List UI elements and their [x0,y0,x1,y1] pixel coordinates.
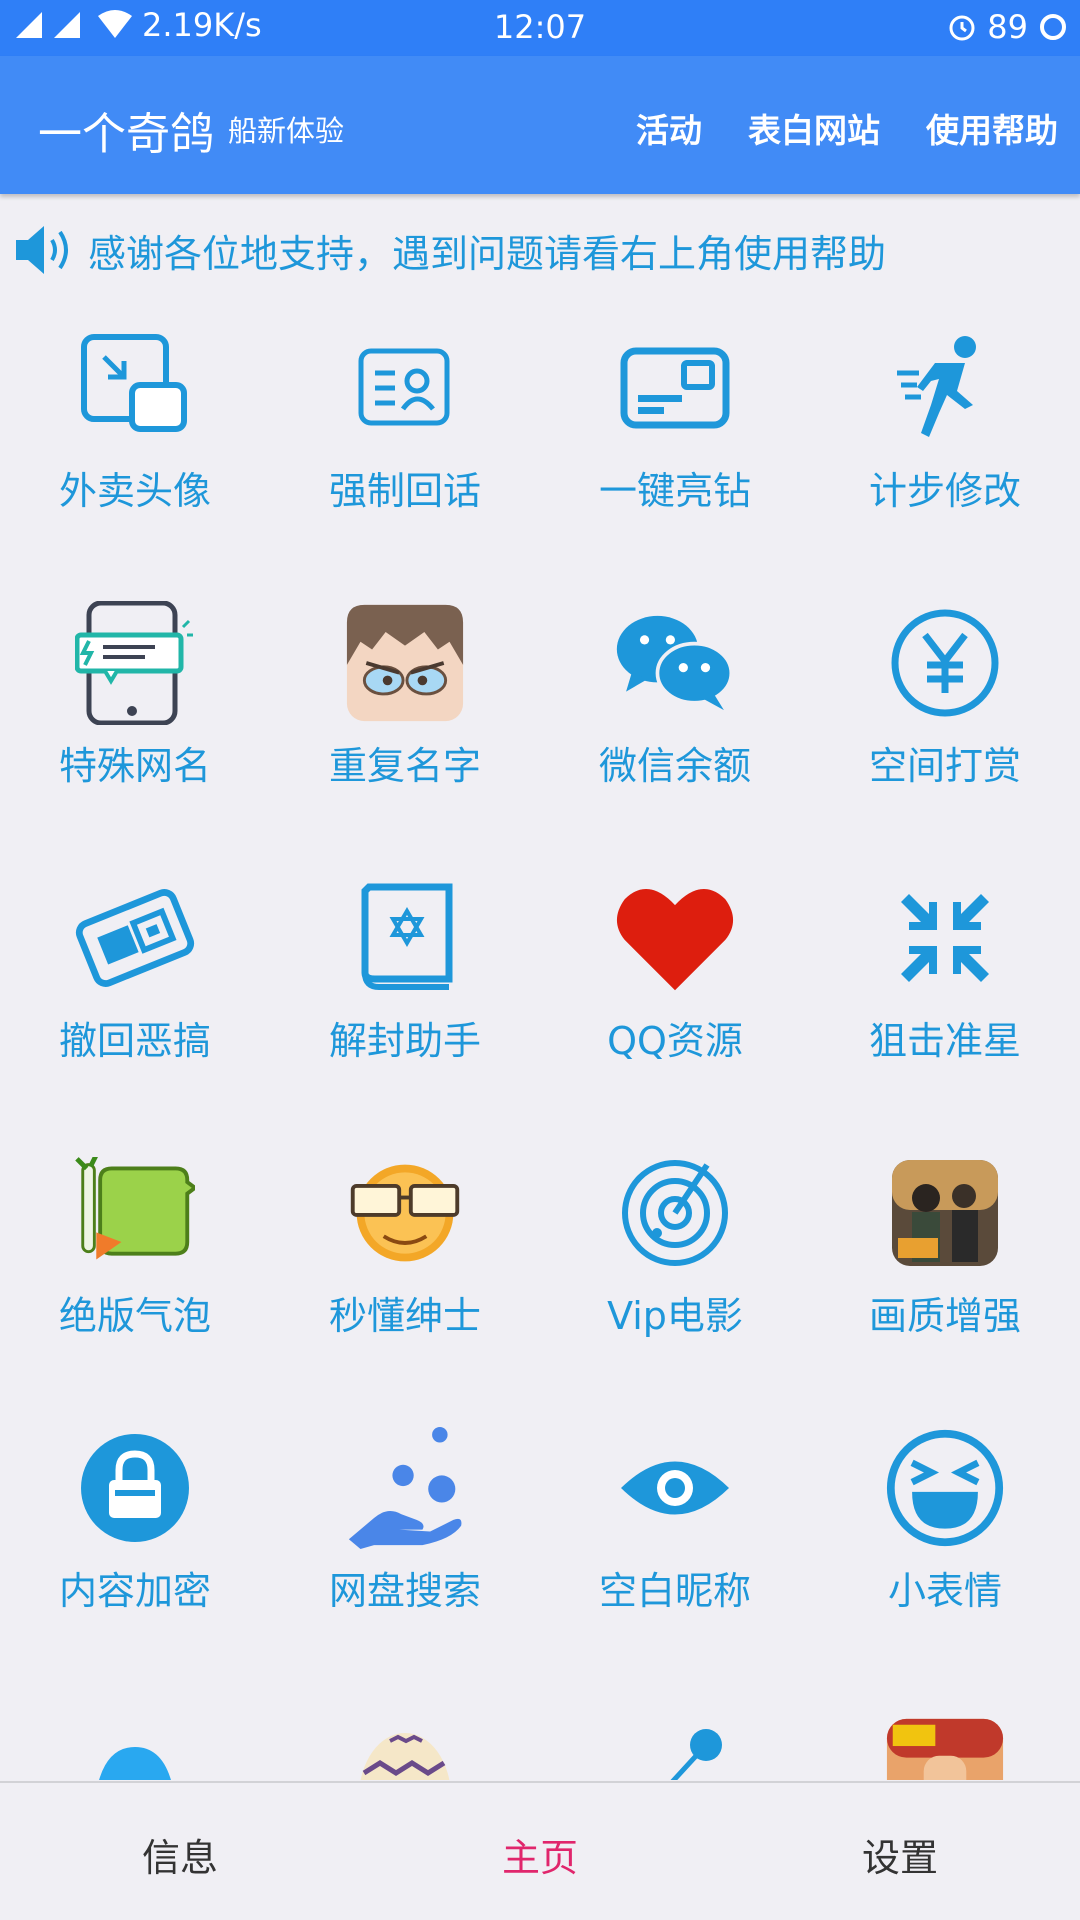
star-book-icon [345,878,465,998]
pushpin-icon [615,1717,735,1780]
grid-item-special-nickname[interactable]: 特殊网名 [0,595,270,870]
card-icon [615,328,735,448]
help-button[interactable]: 使用帮助 [926,104,1058,152]
bottom-nav: 信息 主页 设置 [0,1781,1080,1920]
battery-level: 89 [987,8,1028,46]
easter-egg-icon [345,1717,465,1780]
recall-stamp-icon [75,878,195,998]
speaker-icon [16,226,68,274]
tablet-message-icon [75,601,195,725]
grid-item-blank-nickname[interactable]: 空白昵称 [540,1420,810,1695]
grid-item-step-modify[interactable]: 计步修改 [810,320,1080,595]
eye-icon [615,1428,735,1548]
hand-bubbles-icon [345,1427,465,1549]
pubg-game-icon [885,1153,1005,1273]
notice-banner: 感谢各位地支持，遇到问题请看右上角使用帮助 [12,222,886,278]
grid-item-takeout-avatar[interactable]: 外卖头像 [0,320,270,595]
cartoon-face-icon [345,603,465,723]
running-man-icon [885,328,1005,448]
radar-icon [615,1153,735,1273]
battery-icon [1040,14,1066,40]
grid-item-partial-4[interactable] [810,1695,1080,1780]
grid-item-cloud-search[interactable]: 网盘搜索 [270,1420,540,1695]
tab-settings[interactable]: 设置 [720,1827,1080,1882]
wechat-icon [615,603,735,723]
grid-item-quality-enhance[interactable]: 画质增强 [810,1145,1080,1420]
grid-item-small-emoji[interactable]: 小表情 [810,1420,1080,1695]
clock: 12:07 [493,8,587,46]
grid-item-space-reward[interactable]: 空间打赏 [810,595,1080,870]
kings-glory-game-icon [885,1717,1005,1780]
vegetable-bubble-icon [75,1153,195,1273]
grid-item-duplicate-name[interactable]: 重复名字 [270,595,540,870]
heart-icon [615,878,735,998]
header-actions: 活动 表白网站 使用帮助 [590,104,1058,152]
app-title: 一个奇鸽 [38,109,214,160]
grid-item-partial-3[interactable] [540,1695,810,1780]
grid-item-gentleman[interactable]: 秒懂绅士 [270,1145,540,1420]
feature-grid: 外卖头像 强制回话 一键亮钻 计步修改 特殊网名 重复名字 微信余额 空间打赏 … [0,320,1080,1780]
grid-item-unban-helper[interactable]: 解封助手 [270,870,540,1145]
tab-home[interactable]: 主页 [360,1827,720,1882]
grid-item-partial-1[interactable] [0,1695,270,1780]
activity-button[interactable]: 活动 [636,104,702,152]
glasses-emoji-icon [345,1153,465,1273]
confession-site-button[interactable]: 表白网站 [748,104,880,152]
grid-item-force-reply[interactable]: 强制回话 [270,320,540,595]
notice-text: 感谢各位地支持，遇到问题请看右上角使用帮助 [88,231,887,276]
grid-item-sniper-crosshair[interactable]: 狙击准星 [810,870,1080,1145]
app-bar: 一个奇鸽 船新体验 活动 表白网站 使用帮助 [0,56,1080,194]
grid-item-qq-resources[interactable]: QQ资源 [540,870,810,1145]
grid-item-wechat-balance[interactable]: 微信余额 [540,595,810,870]
grid-item-partial-2[interactable] [270,1695,540,1780]
grid-item-vip-movie[interactable]: Vip电影 [540,1145,810,1420]
alarm-icon [949,15,975,41]
grid-item-content-encrypt[interactable]: 内容加密 [0,1420,270,1695]
lock-icon [75,1428,195,1548]
app-subtitle: 船新体验 [228,114,345,148]
status-bar: 2.19K/s 12:07 89 [0,0,1080,56]
yen-coin-icon [885,603,1005,723]
grid-item-rare-bubble[interactable]: 绝版气泡 [0,1145,270,1420]
blue-ghost-icon [75,1717,195,1780]
laughing-face-icon [885,1428,1005,1548]
grid-item-light-diamond[interactable]: 一键亮钻 [540,320,810,595]
contact-card-icon [345,328,465,448]
grid-item-recall-prank[interactable]: 撤回恶搞 [0,870,270,1145]
avatar-resize-icon [75,328,195,448]
tab-messages[interactable]: 信息 [0,1827,360,1882]
compress-arrows-icon [885,878,1005,998]
